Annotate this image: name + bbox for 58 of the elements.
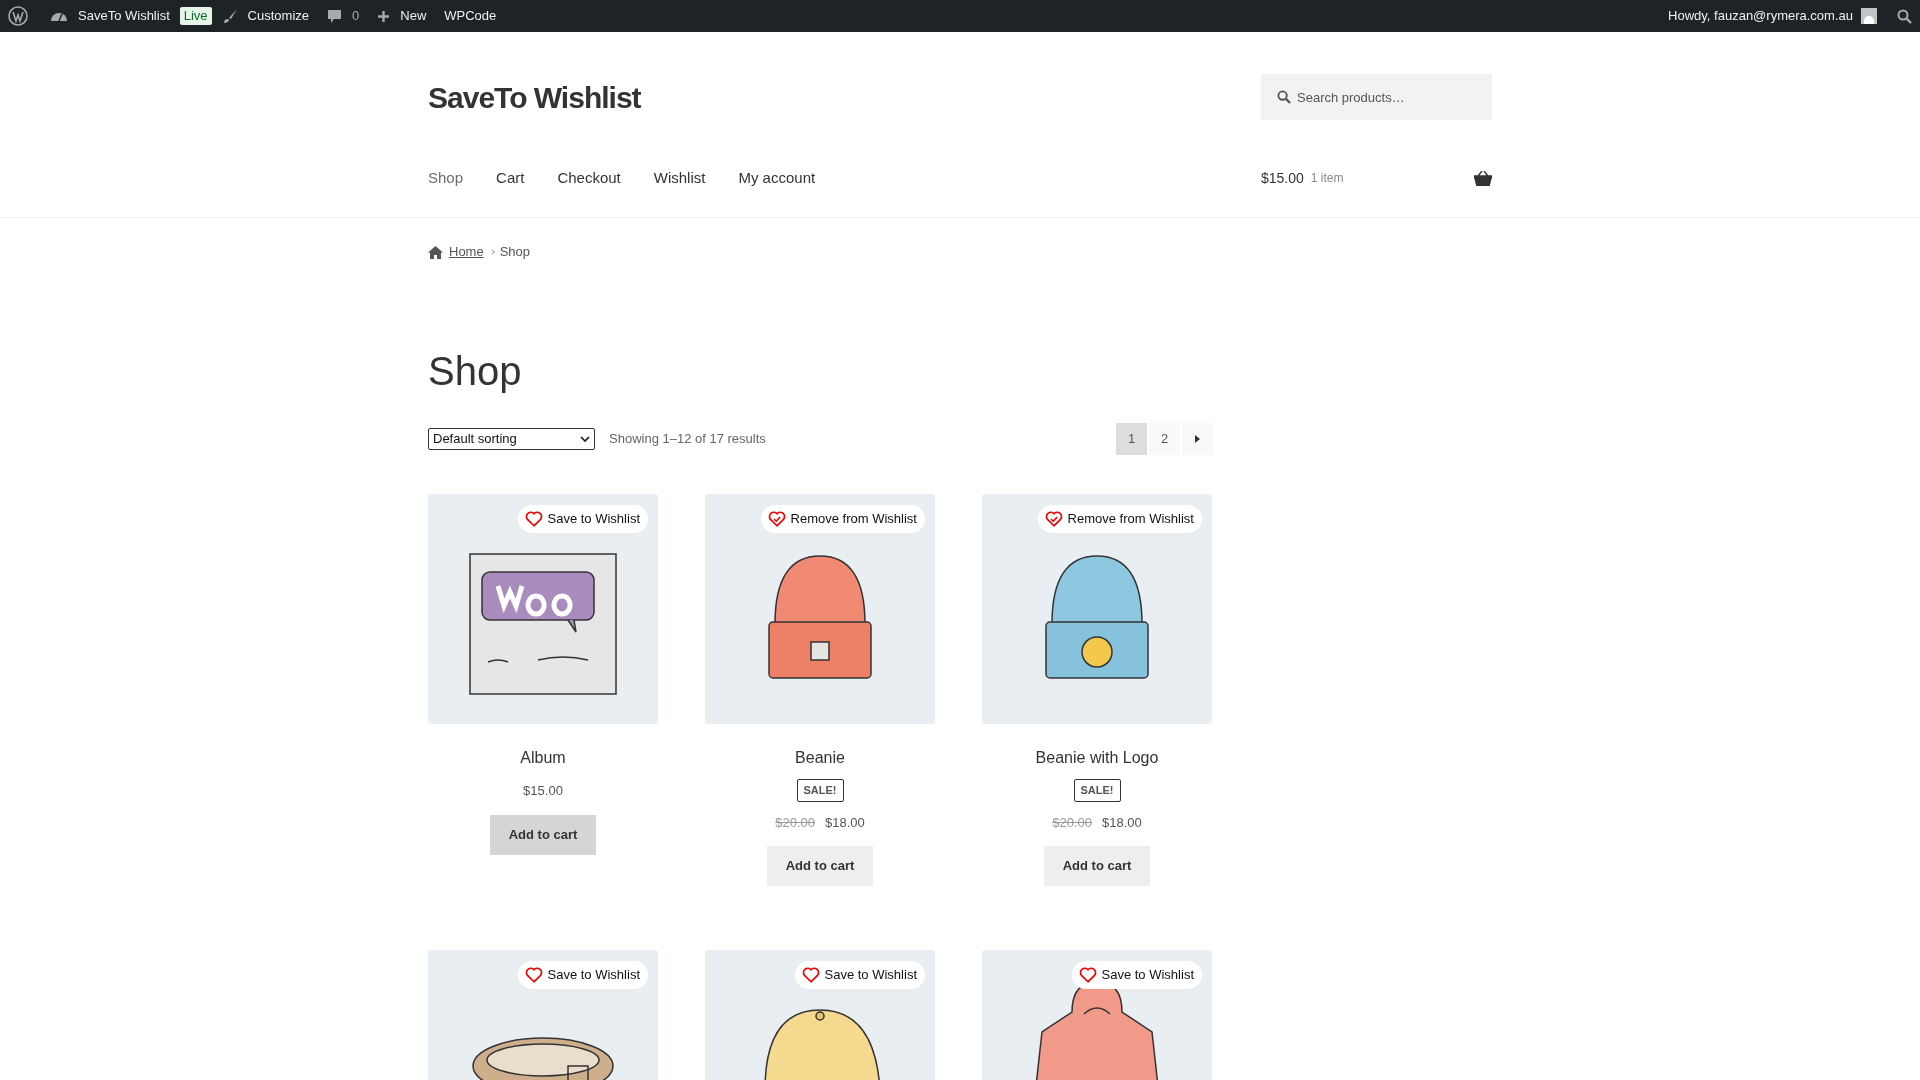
wishlist-button[interactable]: Remove from Wishlist	[760, 505, 925, 533]
nav-link[interactable]: My account	[738, 166, 816, 190]
sale-badge: SALE!	[1073, 779, 1121, 802]
add-to-cart-button[interactable]: Add to cart	[1043, 846, 1151, 886]
new-link[interactable]: New	[400, 6, 427, 26]
avatar-icon	[1861, 8, 1877, 24]
nav-link[interactable]: Cart	[496, 166, 525, 190]
sale-badge: SALE!	[796, 779, 844, 802]
comment-count[interactable]: 0	[352, 6, 360, 26]
product-image[interactable]: Remove from Wishlist	[982, 494, 1212, 724]
add-to-cart-button[interactable]: Add to cart	[489, 814, 597, 855]
breadcrumb-current: Shop	[499, 243, 531, 262]
wishlist-button[interactable]: Save to Wishlist	[517, 505, 648, 533]
site-name-link[interactable]: SaveTo Wishlist	[78, 6, 170, 26]
site-title[interactable]: SaveTo Wishlist	[428, 74, 641, 120]
search-field[interactable]: Search products…	[1261, 74, 1492, 120]
product-image[interactable]: Save to Wishlist	[428, 950, 658, 1080]
old-price: $20.00	[1052, 813, 1092, 832]
product-image[interactable]: Save to Wishlist	[428, 494, 658, 724]
result-count: Showing 1–12 of 17 results	[609, 430, 766, 449]
home-icon	[428, 245, 443, 259]
breadcrumb-link[interactable]: Home	[449, 242, 484, 262]
wishlist-button[interactable]: Save to Wishlist	[794, 961, 925, 989]
add-to-cart-button[interactable]: Add to cart	[766, 846, 874, 886]
sorting-select[interactable]: Default sorting	[428, 428, 595, 450]
product-title[interactable]: Album	[520, 746, 566, 770]
account-greeting[interactable]: Howdy, fauzan@rymera.com.au	[1668, 6, 1853, 26]
wishlist-button[interactable]: Save to Wishlist	[1071, 961, 1202, 989]
cart-total[interactable]: $15.00	[1261, 167, 1304, 189]
wishlist-button[interactable]: Remove from Wishlist	[1037, 505, 1202, 533]
old-price: $20.00	[775, 813, 815, 832]
cart-count[interactable]: 1 item	[1310, 169, 1344, 187]
live-badge: Live	[179, 7, 212, 25]
nav-link[interactable]: Wishlist	[653, 166, 706, 190]
product-price: $18.00	[825, 813, 865, 832]
search-icon	[1277, 90, 1291, 104]
customize-link[interactable]: Customize	[247, 6, 310, 26]
wpcode-link[interactable]: WPCode	[444, 6, 497, 26]
product-image[interactable]: Remove from Wishlist	[705, 494, 935, 724]
basket-icon[interactable]	[1474, 170, 1492, 186]
product-price: $18.00	[1102, 813, 1142, 832]
page-title: Shop	[428, 348, 523, 395]
page-link[interactable]: 1	[1116, 423, 1147, 455]
product-image[interactable]: Save to Wishlist	[982, 950, 1212, 1080]
product-image[interactable]: Save to Wishlist	[705, 950, 935, 1080]
nav-link[interactable]: Shop	[428, 166, 464, 190]
wordpress-logo-icon[interactable]	[8, 6, 28, 26]
caret-right-icon	[1195, 435, 1200, 443]
product-title[interactable]: Beanie with Logo	[1035, 746, 1159, 770]
product-title[interactable]: Beanie	[795, 746, 845, 770]
caret-icon	[580, 436, 590, 442]
search-icon[interactable]	[1897, 8, 1912, 24]
plus-icon	[377, 9, 391, 23]
product-price: $15.00	[523, 782, 563, 800]
page-link[interactable]: 2	[1149, 423, 1180, 455]
nav-link[interactable]: Checkout	[557, 166, 621, 190]
wishlist-button[interactable]: Save to Wishlist	[517, 961, 648, 989]
comment-icon	[327, 8, 343, 24]
